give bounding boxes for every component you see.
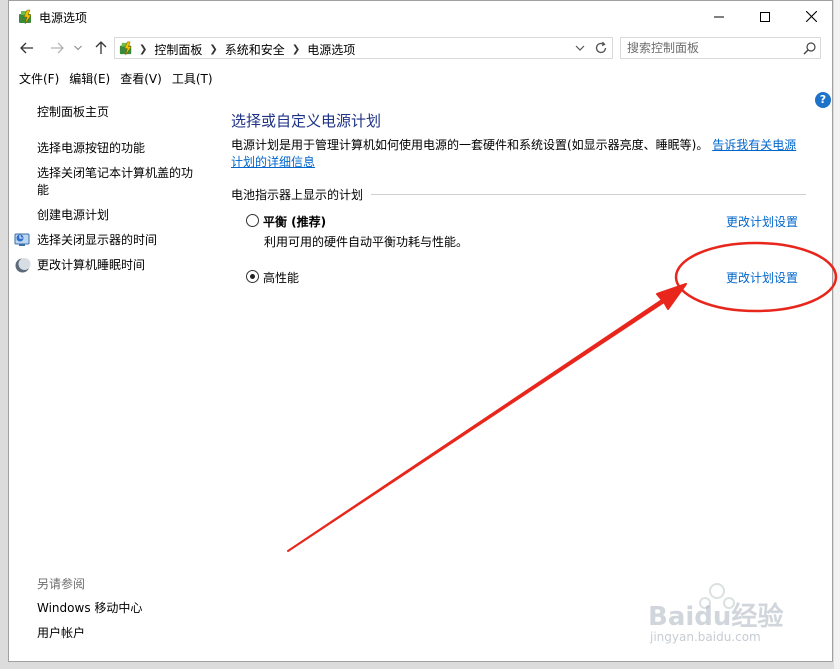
sidebar-item-control-panel-home[interactable]: 控制面板主页: [37, 104, 202, 121]
chevron-down-icon[interactable]: [573, 41, 587, 55]
sidebar: 控制面板主页 选择电源按钮的功能 选择关闭笔记本计算机盖的功能 创建电源计划 选…: [9, 89, 217, 659]
arrow-right-icon: [51, 42, 64, 54]
chevron-right-icon: ❯: [209, 44, 218, 55]
see-also-heading: 另请参阅: [37, 577, 86, 591]
sidebar-item-user-accounts[interactable]: 用户帐户: [37, 625, 202, 642]
arrow-up-icon: [95, 41, 107, 54]
refresh-icon[interactable]: [593, 40, 609, 56]
title-bar: 电源选项: [9, 1, 832, 32]
page-description: 电源计划是用于管理计算机如何使用电源的一套硬件和系统设置(如显示器亮度、睡眠等)…: [231, 137, 806, 171]
plan-name: 平衡 (推荐): [263, 215, 327, 229]
plan-description: 利用可用的硬件自动平衡功耗与性能。: [264, 235, 469, 249]
breadcrumb: ❯ 控制面板 ❯ 系统和安全 ❯ 电源选项: [139, 41, 355, 58]
power-options-window: 电源选项 ❯ 控制面板 ❯ 系统和安全 ❯ 电源选项 搜索控制面板 文件(F) …: [8, 0, 833, 662]
close-button[interactable]: [788, 1, 832, 32]
power-options-icon: [119, 41, 132, 56]
search-box[interactable]: [620, 37, 821, 59]
sidebar-item-power-button[interactable]: 选择电源按钮的功能: [37, 140, 202, 157]
breadcrumb-system-security[interactable]: 系统和安全: [225, 41, 285, 58]
change-plan-settings-link[interactable]: 更改计划设置: [726, 269, 798, 286]
menu-tools[interactable]: 工具(T): [172, 68, 213, 89]
forward-button[interactable]: [47, 38, 67, 58]
breadcrumb-power-options[interactable]: 电源选项: [307, 41, 355, 58]
group-divider: [371, 194, 806, 195]
power-options-icon: [19, 9, 32, 25]
menu-view[interactable]: 查看(V): [120, 68, 162, 89]
menu-bar: 文件(F) 编辑(E) 查看(V) 工具(T): [9, 67, 832, 89]
chevron-down-icon: [74, 45, 82, 51]
background-strip: [834, 0, 840, 669]
help-icon[interactable]: ?: [815, 92, 831, 108]
sidebar-item-display-off[interactable]: 选择关闭显示器的时间: [37, 232, 202, 249]
menu-file[interactable]: 文件(F): [19, 68, 59, 89]
arrow-left-icon: [20, 42, 33, 54]
up-button[interactable]: [91, 38, 111, 58]
display-shield-icon: [14, 233, 30, 246]
search-input[interactable]: [621, 38, 799, 58]
window-title: 电源选项: [39, 11, 88, 25]
plan-radio-balanced[interactable]: [246, 214, 259, 227]
navigation-bar: ❯ 控制面板 ❯ 系统和安全 ❯ 电源选项: [9, 32, 832, 64]
battery-plans-group: 电池指示器上显示的计划: [231, 186, 806, 203]
maximize-button[interactable]: [742, 1, 788, 32]
group-label: 电池指示器上显示的计划: [231, 188, 364, 202]
sidebar-item-sleep-time[interactable]: 更改计算机睡眠时间: [37, 257, 202, 274]
recent-locations-button[interactable]: [71, 38, 85, 58]
moon-sleep-icon: [15, 258, 31, 273]
menu-edit[interactable]: 编辑(E): [69, 68, 110, 89]
description-text: 电源计划是用于管理计算机如何使用电源的一套硬件和系统设置(如显示器亮度、睡眠等)…: [231, 138, 709, 152]
address-bar[interactable]: ❯ 控制面板 ❯ 系统和安全 ❯ 电源选项: [114, 37, 613, 59]
chevron-right-icon: ❯: [291, 44, 301, 55]
maximize-icon: [760, 11, 770, 22]
change-plan-settings-link[interactable]: 更改计划设置: [726, 213, 798, 230]
plan-radio-high-performance[interactable]: [246, 270, 259, 283]
search-icon[interactable]: [803, 41, 817, 55]
watermark-subtext: jingyan.baidu.com: [650, 630, 761, 644]
watermark-text: Baidu经验: [648, 602, 784, 632]
sidebar-item-mobility-center[interactable]: Windows 移动中心: [37, 600, 202, 617]
page-title: 选择或自定义电源计划: [231, 112, 382, 130]
minimize-icon: [714, 16, 724, 17]
chevron-right-icon: ❯: [139, 44, 148, 55]
back-button[interactable]: [17, 38, 37, 58]
close-icon: [805, 11, 817, 22]
breadcrumb-control-panel[interactable]: 控制面板: [154, 41, 202, 58]
sidebar-item-create-plan[interactable]: 创建电源计划: [37, 207, 202, 224]
plan-name: 高性能: [263, 271, 300, 285]
minimize-button[interactable]: [696, 1, 742, 32]
sidebar-item-lid-close[interactable]: 选择关闭笔记本计算机盖的功能: [37, 165, 202, 199]
